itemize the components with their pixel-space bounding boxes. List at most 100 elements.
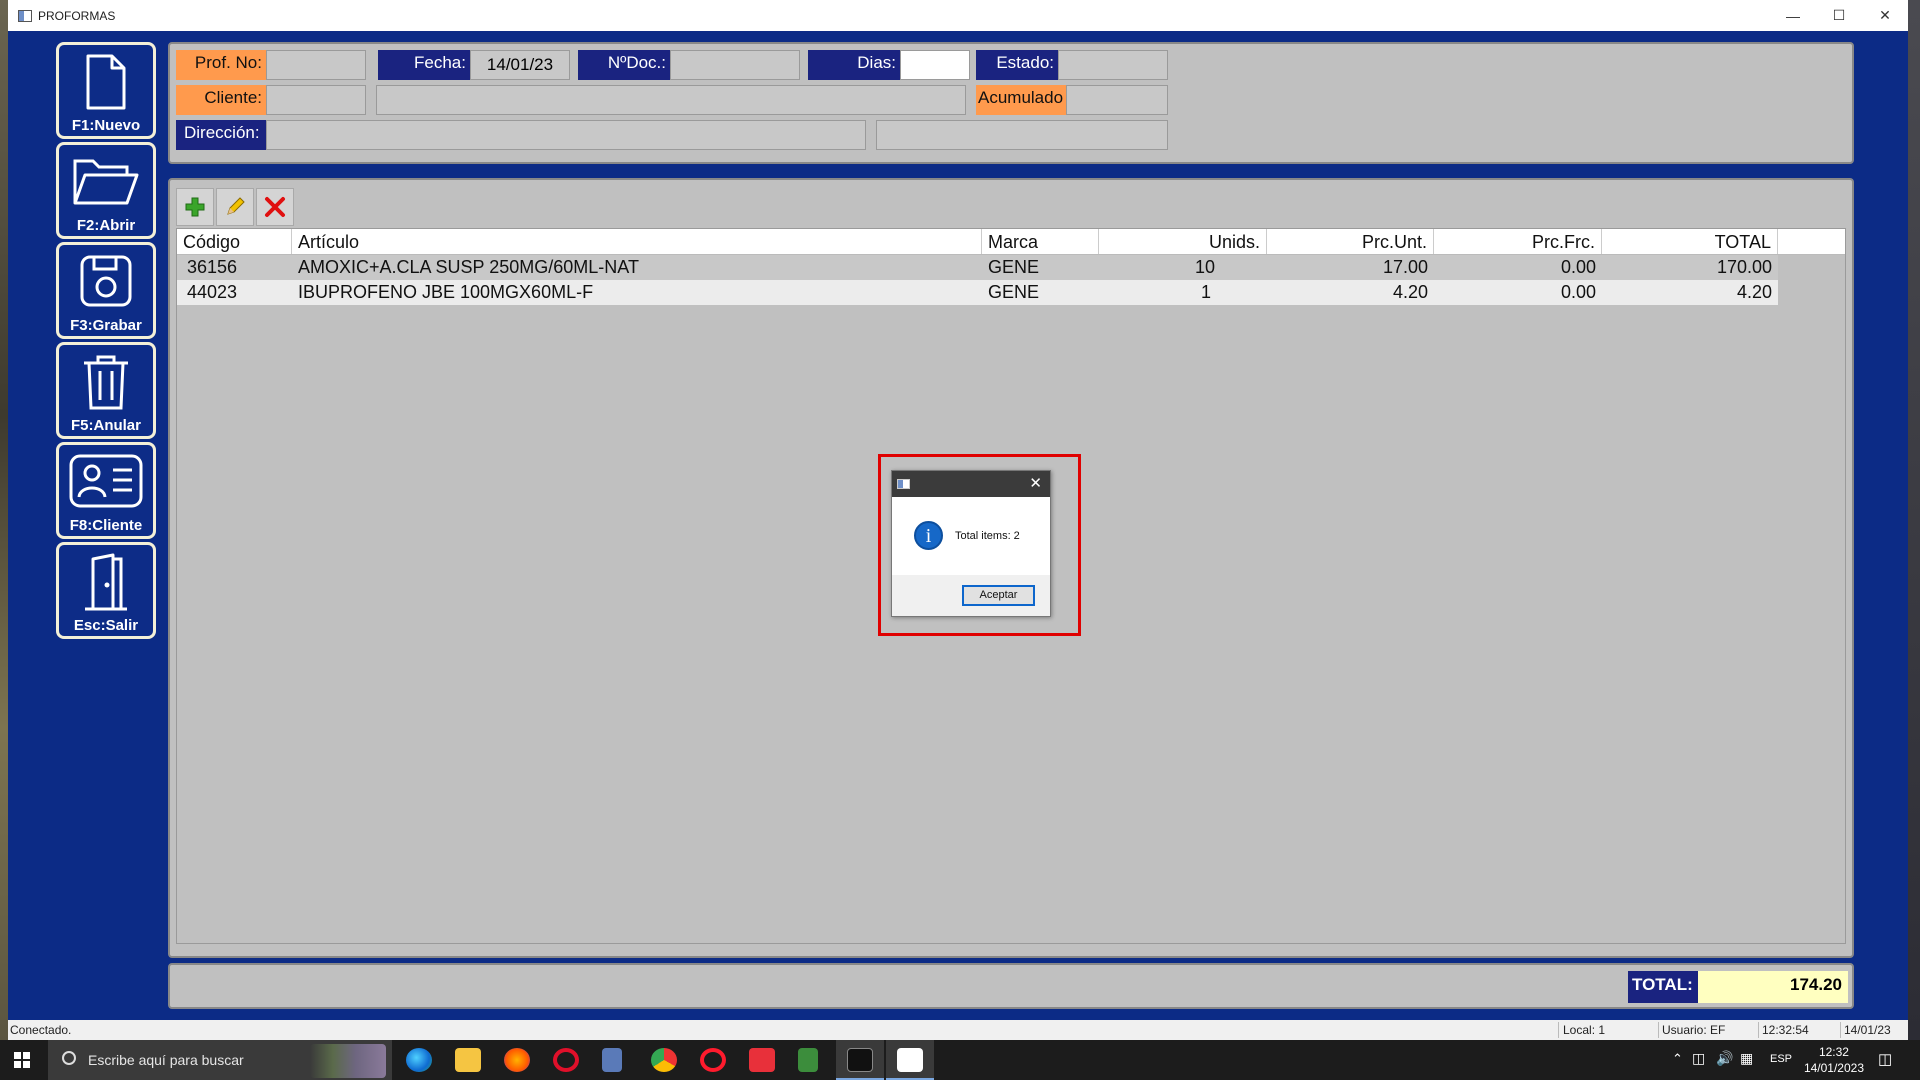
search-placeholder: Escribe aquí para buscar [88,1052,244,1068]
prof-no-field[interactable] [266,50,366,80]
info-icon: i [914,521,943,550]
calculator-icon[interactable] [602,1048,622,1072]
opera-icon[interactable] [700,1048,726,1072]
delete-item-button[interactable] [256,188,294,226]
open-button-label: F2:Abrir [76,217,136,234]
plus-icon [185,197,205,217]
notifications-icon[interactable]: ◫ [1878,1050,1892,1068]
add-item-button[interactable] [176,188,214,226]
direccion-label: Dirección: [176,120,266,150]
clock-time: 12:32 [1818,1045,1849,1059]
dialog-title-bar: ✕ [892,471,1050,497]
search-highlight-image [310,1044,386,1078]
column-header-unids[interactable]: Unids. [1099,229,1267,254]
column-header-total[interactable]: TOTAL [1602,229,1778,254]
time-status: 12:32:54 [1762,1023,1809,1037]
prof-no-label: Prof. No: [176,50,266,80]
clock-date: 14/01/2023 [1803,1061,1864,1075]
cliente-label: Cliente: [176,85,266,115]
acumulado-label: Acumulado [976,85,1066,115]
cell-prc-unt: 4.20 [1392,282,1428,302]
column-header-prc-unt[interactable]: Prc.Unt. [1267,229,1434,254]
accept-button[interactable]: Aceptar [962,585,1035,606]
pencil-icon [227,197,245,215]
open-button[interactable]: F2:Abrir [56,142,156,239]
fecha-field[interactable]: 14/01/23 [470,50,570,80]
dialog-message: Total items: 2 [955,530,1020,542]
exit-button[interactable]: Esc:Salir [56,542,156,639]
cell-unids: 10 [1195,257,1216,277]
column-header-prc-frc[interactable]: Prc.Frc. [1434,229,1602,254]
file-explorer-icon[interactable] [455,1048,481,1072]
tray-chevron-icon[interactable]: ⌃ [1672,1051,1683,1067]
network-icon[interactable]: ◫ [1692,1050,1705,1067]
client-button[interactable]: F8:Cliente [56,442,156,539]
column-header-articulo[interactable]: Artículo [292,229,982,254]
cell-prc-frc: 0.00 [1560,257,1596,277]
ndoc-field[interactable] [670,50,800,80]
notepad-icon[interactable] [798,1048,818,1072]
title-bar: PROFORMAS — ☐ ✕ [8,0,1908,31]
window-title: PROFORMAS [38,8,116,23]
terminal-taskbar-item[interactable] [836,1040,884,1080]
direccion-field[interactable] [266,120,866,150]
language-indicator[interactable]: ESP [1770,1053,1792,1065]
cell-prc-unt: 17.00 [1382,257,1428,277]
search-icon [62,1051,76,1065]
new-button[interactable]: F1:Nuevo [56,42,156,139]
estado-field[interactable] [1058,50,1168,80]
cell-prc-frc: 0.00 [1560,282,1596,302]
taskbar-clock[interactable]: 12:32 14/01/2023 [1804,1044,1864,1076]
taskbar: Escribe aquí para buscar ⌃ ◫ 🔊 ▦ ESP 12:… [0,1040,1920,1080]
maximize-icon[interactable]: ☐ [1816,0,1862,31]
cell-codigo: 36156 [187,257,238,277]
opera-gx-icon[interactable] [553,1048,579,1072]
table-row[interactable]: 36156 AMOXIC+A.CLA SUSP 250MG/60ML-NAT G… [177,255,1778,280]
cliente-code-field[interactable] [266,85,366,115]
dias-label: Dias: [808,50,900,80]
cell-marca: GENE [988,257,1040,277]
dialog-close-icon[interactable]: ✕ [1029,474,1042,492]
firefox-icon[interactable] [504,1048,530,1072]
message-dialog: ✕ i Total items: 2 Aceptar [891,470,1051,617]
table-row[interactable]: 44023 IBUPROFENO JBE 100MGX60ML-F GENE 1… [177,280,1778,305]
minimize-icon[interactable]: — [1770,0,1816,31]
total-value: 174.20 [1698,971,1848,1003]
estado-label: Estado: [976,50,1058,80]
header-panel: Prof. No: Fecha: 14/01/23 NºDoc.: Dias: … [168,42,1854,164]
cell-total: 4.20 [1736,282,1772,302]
connection-status: Conectado. [10,1023,72,1037]
new-button-label: F1:Nuevo [71,117,141,134]
save-button[interactable]: F3:Grabar [56,242,156,339]
user-status: Usuario: EF [1662,1023,1726,1037]
totals-panel: TOTAL: 174.20 [168,963,1854,1009]
anydesk-icon[interactable] [749,1048,775,1072]
chrome-icon[interactable] [651,1048,677,1072]
column-header-marca[interactable]: Marca [982,229,1099,254]
direccion-extra-field[interactable] [876,120,1168,150]
dialog-app-icon [897,479,910,489]
volume-icon[interactable]: 🔊 [1716,1050,1733,1067]
taskbar-search-box[interactable]: Escribe aquí para buscar [48,1040,392,1080]
cancel-button[interactable]: F5:Anular [56,342,156,439]
acumulado-field[interactable] [1066,85,1168,115]
windows-start-icon[interactable] [14,1052,30,1068]
proformas-taskbar-item[interactable] [886,1040,934,1080]
cell-codigo: 44023 [187,282,238,302]
cell-total: 170.00 [1716,257,1772,277]
edit-item-button[interactable] [216,188,254,226]
document-icon [86,54,126,110]
terminal-icon [847,1048,873,1072]
trash-icon [84,355,128,410]
battery-icon[interactable]: ▦ [1740,1050,1753,1067]
cell-unids: 1 [1201,282,1212,302]
date-status: 14/01/23 [1844,1023,1891,1037]
fecha-label: Fecha: [378,50,470,80]
app-icon [18,9,32,22]
close-icon[interactable]: ✕ [1862,0,1908,31]
column-header-codigo[interactable]: Código [177,229,292,254]
cliente-name-field[interactable] [376,85,966,115]
total-label: TOTAL: [1628,971,1698,1003]
dias-field[interactable] [900,50,970,80]
edge-browser-icon[interactable] [406,1048,432,1072]
